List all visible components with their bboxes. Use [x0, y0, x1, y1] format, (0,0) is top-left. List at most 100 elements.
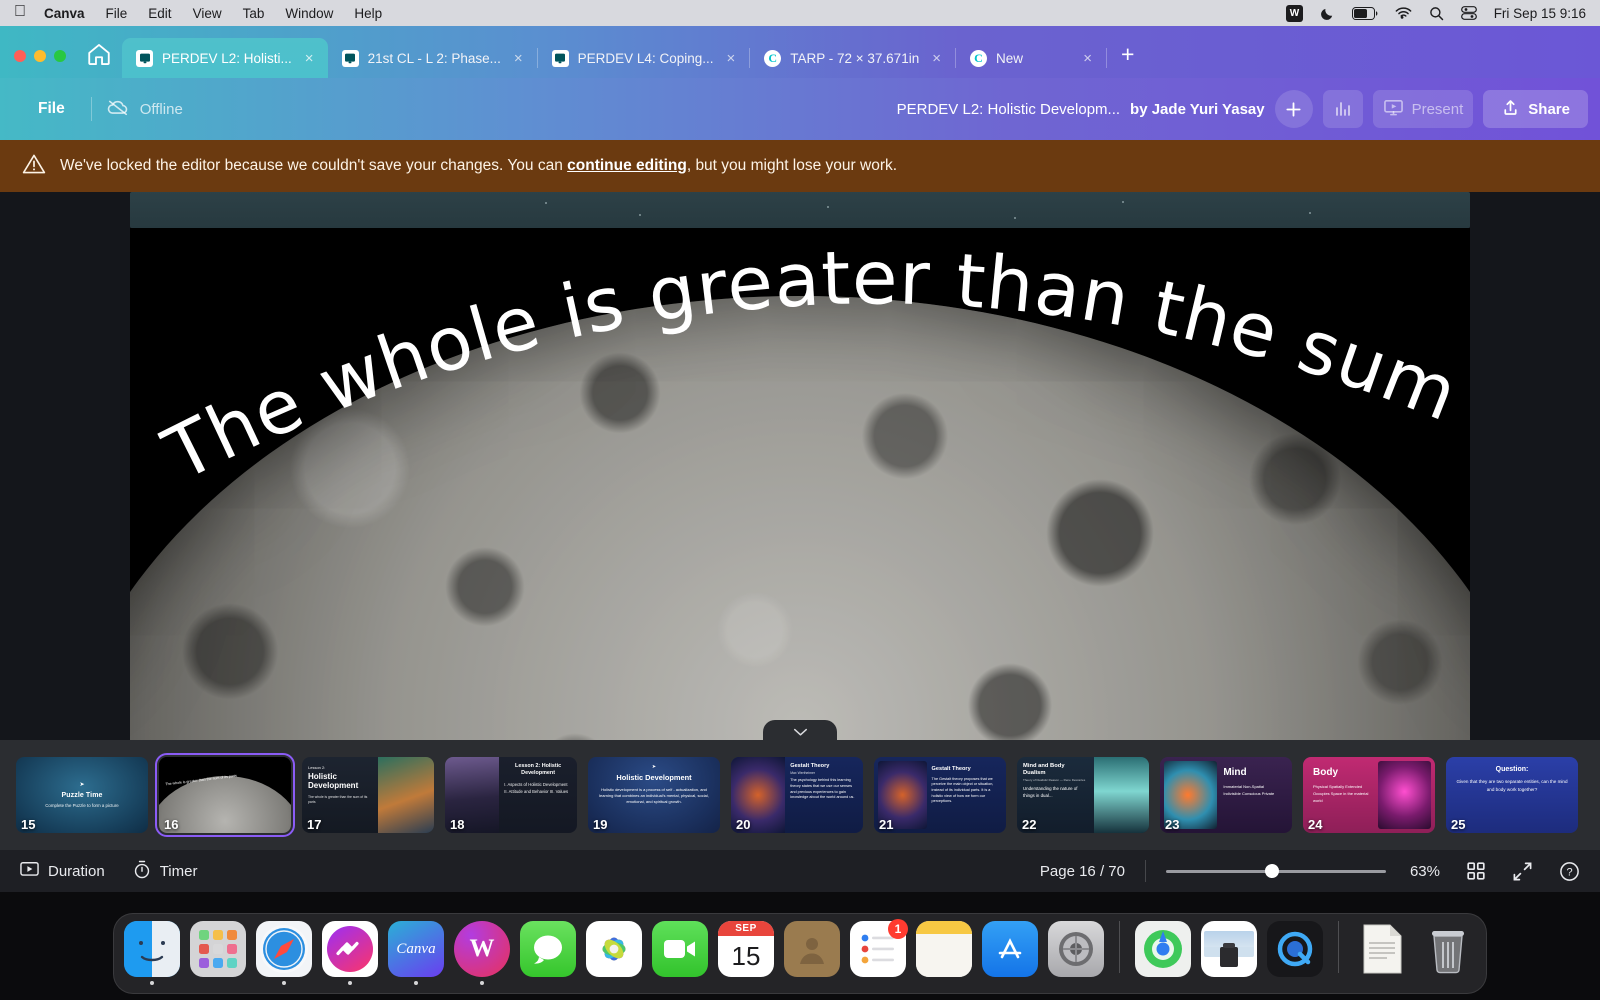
wps-icon[interactable]: W	[1285, 4, 1303, 22]
grid-view-icon[interactable]	[1466, 861, 1486, 881]
menu-item-help[interactable]: Help	[354, 6, 382, 21]
running-indicator	[678, 981, 682, 985]
dock-item-notes[interactable]	[916, 921, 972, 985]
dock-item-document-file[interactable]	[1354, 921, 1410, 985]
slide-thumbnail-22[interactable]: Mind and Body Dualism Theory of Dualisti…	[1017, 757, 1149, 833]
share-button[interactable]: Share	[1483, 90, 1588, 128]
stopwatch-icon	[133, 860, 151, 883]
analytics-button[interactable]	[1322, 90, 1363, 128]
dock-item-find-my[interactable]	[1135, 921, 1191, 985]
chevron-down-icon[interactable]	[763, 720, 837, 744]
dock-item-contacts[interactable]	[784, 921, 840, 985]
browser-tab-2[interactable]: 21st CL - L 2: Phase... ×	[328, 38, 537, 78]
dock-item-messenger[interactable]	[322, 921, 378, 985]
timer-button[interactable]: Timer	[133, 860, 197, 883]
close-window-button[interactable]	[14, 50, 26, 62]
present-label: Present	[1411, 100, 1464, 118]
dock-item-system-settings[interactable]	[1048, 921, 1104, 985]
play-box-icon	[20, 861, 39, 881]
browser-tab-5[interactable]: C New ×	[956, 38, 1106, 78]
slide-thumbnail-18[interactable]: Lesson 2: Holistic Development I. Aspect…	[445, 757, 577, 833]
dock-item-app-store[interactable]	[982, 921, 1038, 985]
help-circle-icon[interactable]: ?	[1559, 861, 1580, 882]
macos-dock-area: Canva W SEP 15 1	[0, 892, 1600, 1000]
slide-canvas-area[interactable]: The whole is greater than the sum of its…	[0, 192, 1600, 748]
minimize-window-button[interactable]	[34, 50, 46, 62]
close-icon[interactable]: ×	[928, 51, 945, 66]
dock-item-safari[interactable]	[256, 921, 312, 985]
page-indicator[interactable]: Page 16 / 70	[1040, 863, 1125, 880]
apple-menu-icon[interactable]: 	[14, 4, 26, 20]
document-title[interactable]: PERDEV L2: Holistic Developm...	[897, 101, 1120, 118]
dock-item-launchpad[interactable]	[190, 921, 246, 985]
new-tab-button[interactable]: +	[1107, 43, 1134, 78]
present-button[interactable]: Present	[1372, 90, 1474, 128]
dock-item-messages[interactable]	[520, 921, 576, 985]
dock-item-preview[interactable]	[1201, 921, 1257, 985]
close-icon[interactable]: ×	[510, 51, 527, 66]
control-center-icon[interactable]	[1460, 6, 1477, 20]
zoom-slider[interactable]	[1165, 863, 1386, 879]
previous-slide-peek[interactable]	[130, 192, 1470, 228]
add-collaborator-button[interactable]	[1274, 90, 1313, 128]
editor-locked-banner: We've locked the editor because we could…	[0, 140, 1600, 192]
home-icon[interactable]	[80, 42, 122, 78]
thumb-title: Gestalt Theory	[931, 766, 971, 772]
slide-thumbnail-20[interactable]: Gestalt Theory Max Wertheimer The psycho…	[731, 757, 863, 833]
browser-tab-4[interactable]: C TARP - 72 × 37.671in ×	[750, 38, 955, 78]
current-slide[interactable]: The whole is greater than the sum of its…	[130, 228, 1470, 748]
dock-item-photos[interactable]	[586, 921, 642, 985]
slide-thumbnail-15[interactable]: ➤ Puzzle Time Complete the Puzzle to for…	[16, 757, 148, 833]
dock-item-trash[interactable]	[1420, 921, 1476, 985]
slide-thumbnail-19[interactable]: ➤ Holistic Development Holistic developm…	[588, 757, 720, 833]
slide-thumbnail-16[interactable]: The whole is greater than the sum of its…	[155, 753, 295, 837]
battery-icon[interactable]	[1351, 6, 1378, 20]
slide-thumbnail-24[interactable]: Body Physical Spatially Extended Occupie…	[1303, 757, 1435, 833]
messenger-icon	[322, 921, 378, 977]
dock-item-canva[interactable]: Canva	[388, 921, 444, 985]
dock-item-facetime[interactable]	[652, 921, 708, 985]
menu-item-view[interactable]: View	[193, 6, 222, 21]
slide-thumbnail-strip[interactable]: ➤ Puzzle Time Complete the Puzzle to for…	[0, 740, 1600, 850]
document-author: by Jade Yuri Yasay	[1130, 100, 1265, 118]
search-icon[interactable]	[1429, 6, 1444, 21]
close-icon[interactable]: ×	[301, 51, 318, 66]
menu-item-edit[interactable]: Edit	[148, 6, 171, 21]
slide-thumbnail-21[interactable]: Gestalt Theory The Gestalt theory propos…	[874, 757, 1006, 833]
thumb-subtitle: Immaterial Non-Spatial Indivisible Consc…	[1223, 783, 1275, 797]
menu-item-tab[interactable]: Tab	[243, 6, 265, 21]
close-icon[interactable]: ×	[722, 51, 739, 66]
menu-item-window[interactable]: Window	[285, 6, 333, 21]
trash-icon	[1420, 921, 1476, 977]
thumb-title: Lesson 2: Holistic Development	[515, 763, 562, 776]
running-indicator	[1380, 981, 1384, 985]
canva-file-menu[interactable]: File	[26, 94, 77, 124]
notes-icon	[916, 921, 972, 977]
running-indicator	[1293, 981, 1297, 985]
maximize-window-button[interactable]	[54, 50, 66, 62]
browser-tab-1[interactable]: PERDEV L2: Holisti... ×	[122, 38, 328, 78]
moon-icon[interactable]	[1320, 6, 1335, 21]
expand-arrows-icon[interactable]	[1512, 861, 1533, 882]
menu-bar-clock[interactable]: Fri Sep 15 9:16	[1494, 6, 1586, 21]
dock-item-quicktime[interactable]	[1267, 921, 1323, 985]
continue-editing-link[interactable]: continue editing	[567, 157, 687, 174]
zoom-level-label[interactable]: 63%	[1410, 863, 1440, 880]
dock-item-wps-office[interactable]: W	[454, 921, 510, 985]
wifi-icon[interactable]	[1395, 6, 1412, 20]
slide-thumbnail-25[interactable]: Question: Given that they are two separa…	[1446, 757, 1578, 833]
thumb-badge: Lesson 2:	[308, 765, 326, 770]
dock-item-reminders[interactable]: 1	[850, 919, 908, 985]
thumb-page-number: 23	[1165, 817, 1180, 832]
thumb-title: Holistic Development	[308, 772, 359, 791]
menu-item-canva[interactable]: Canva	[44, 6, 85, 21]
zoom-slider-knob[interactable]	[1264, 864, 1279, 878]
slide-thumbnail-17[interactable]: Lesson 2: Holistic Development The whole…	[302, 757, 434, 833]
dock-item-finder[interactable]	[124, 921, 180, 985]
close-icon[interactable]: ×	[1079, 51, 1096, 66]
slide-thumbnail-23[interactable]: Mind Immaterial Non-Spatial Indivisible …	[1160, 757, 1292, 833]
menu-item-file[interactable]: File	[106, 6, 128, 21]
dock-item-calendar[interactable]: SEP 15	[718, 921, 774, 985]
duration-button[interactable]: Duration	[20, 861, 105, 881]
browser-tab-3[interactable]: PERDEV L4: Coping... ×	[538, 38, 750, 78]
